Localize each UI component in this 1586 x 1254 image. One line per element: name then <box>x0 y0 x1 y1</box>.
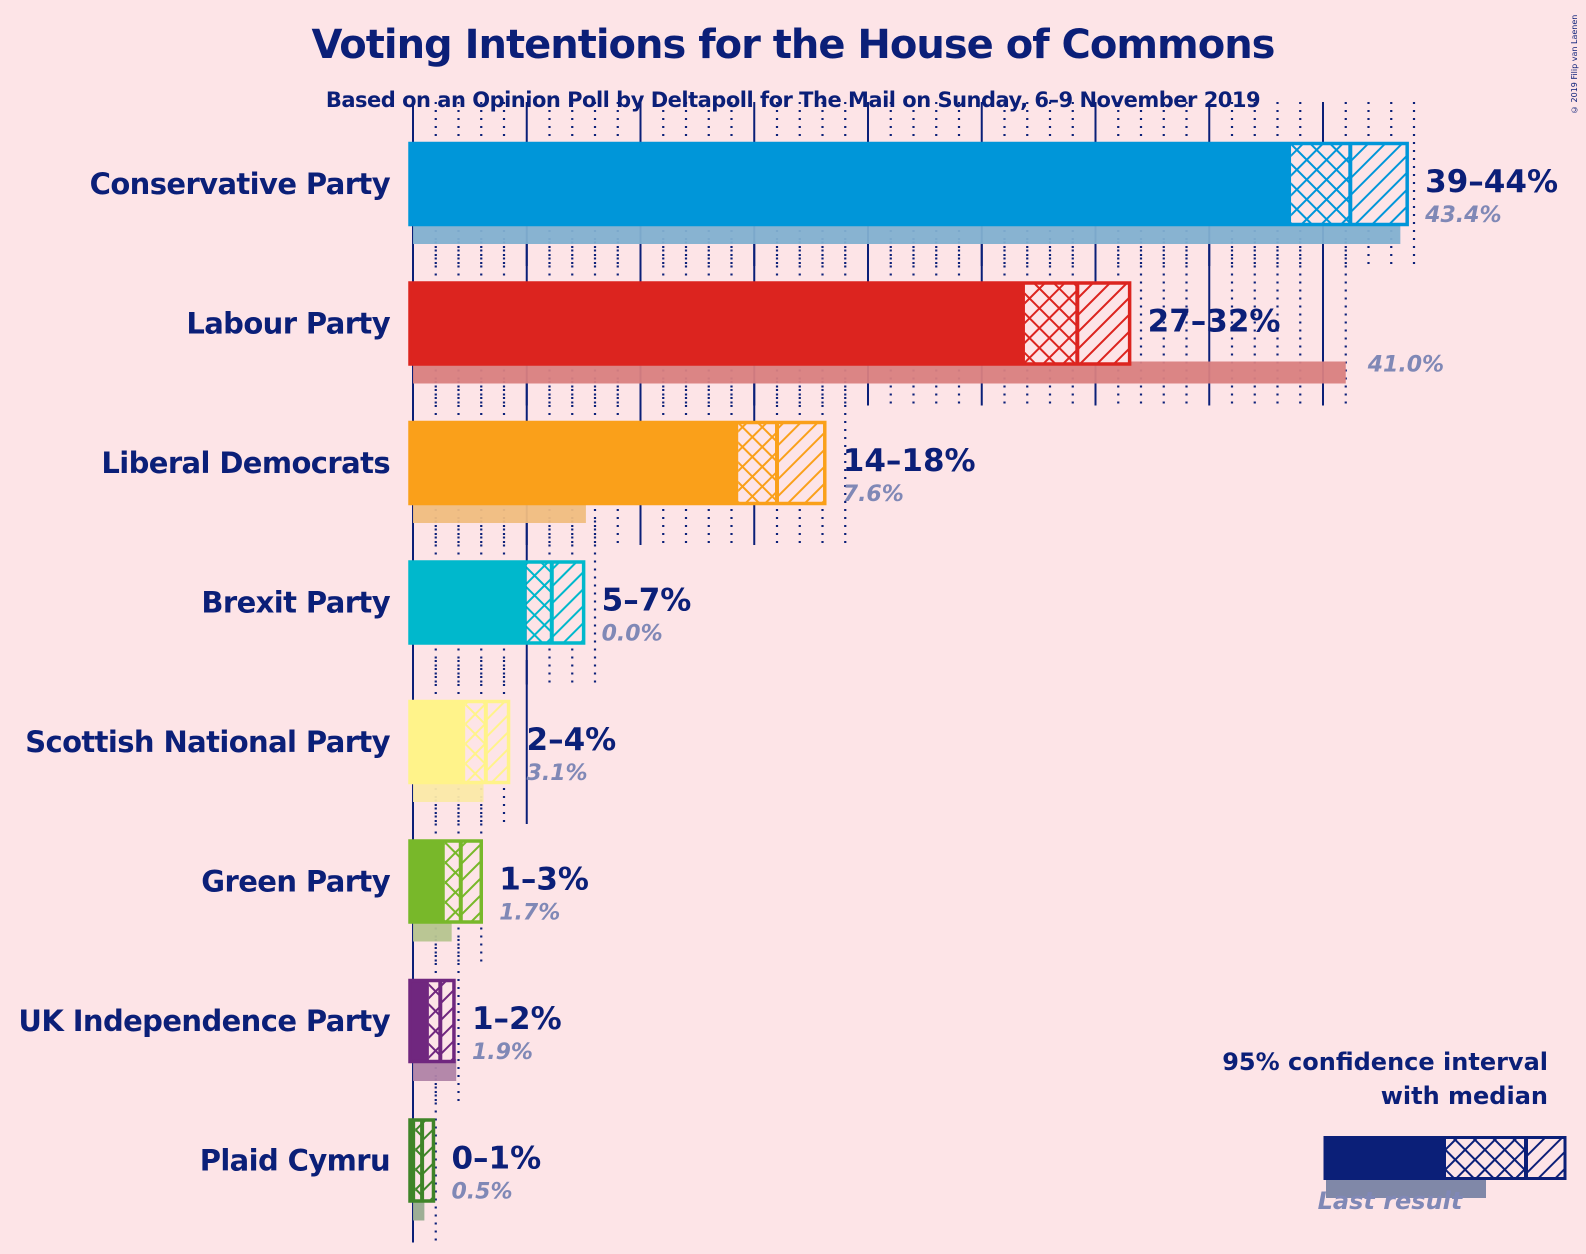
legend-title: 95% confidence interval with median <box>1222 1045 1548 1113</box>
range-label: 2–4% <box>527 722 617 758</box>
ci-lower-half <box>1024 284 1078 363</box>
party-label: Conservative Party <box>90 167 391 201</box>
ci-solid-bar <box>410 142 1292 226</box>
ci-lower-half <box>526 563 552 642</box>
last-result-label: 1.7% <box>499 901 560 926</box>
ci-lower-half <box>444 842 461 921</box>
ci-upper-half <box>485 703 509 781</box>
party-label: Labour Party <box>186 307 390 341</box>
legend-cross-swatch <box>1446 1139 1526 1177</box>
party-label: UK Independence Party <box>18 1004 390 1038</box>
range-label: 39–44% <box>1425 164 1558 200</box>
range-label: 1–3% <box>499 862 589 898</box>
party-label: Liberal Democrats <box>101 446 390 480</box>
last-result-label: 0.0% <box>602 622 663 647</box>
legend-hatch-swatch <box>1526 1139 1564 1177</box>
ci-upper-half <box>440 982 454 1060</box>
party-label: Green Party <box>201 865 390 899</box>
ci-solid-bar <box>410 560 527 645</box>
ci-lower-half <box>1291 145 1351 223</box>
ci-solid-bar <box>410 839 445 924</box>
ci-solid-bar <box>410 979 429 1063</box>
last-result-label: 7.6% <box>843 482 904 507</box>
ci-solid-bar <box>410 281 1025 366</box>
last-result-label: 0.5% <box>451 1180 512 1205</box>
last-result-label: 41.0% <box>1367 353 1444 378</box>
last-result-label: 3.1% <box>527 761 588 786</box>
range-label: 0–1% <box>451 1141 541 1177</box>
range-label: 14–18% <box>843 443 976 479</box>
ci-upper-half <box>1350 145 1408 223</box>
ci-upper-half <box>777 424 825 502</box>
range-label: 5–7% <box>602 583 692 619</box>
ci-upper-half <box>551 563 584 642</box>
last-result-label: 43.4% <box>1424 203 1501 228</box>
party-label: Scottish National Party <box>25 725 390 759</box>
range-label: 1–2% <box>472 1001 562 1037</box>
ci-solid-bar <box>410 421 739 505</box>
ci-solid-bar <box>410 700 466 784</box>
ci-upper-half <box>460 842 482 921</box>
legend-title-line2: with median <box>1380 1082 1548 1110</box>
legend-last-result-label: Last result <box>1317 1187 1463 1215</box>
party-label: Plaid Cymru <box>200 1144 390 1178</box>
party-label: Brexit Party <box>201 586 390 620</box>
ci-lower-half <box>738 424 777 502</box>
legend-solid-swatch <box>1324 1136 1446 1180</box>
range-label: 27–32% <box>1148 304 1281 340</box>
ci-upper-half <box>1077 284 1130 363</box>
legend-title-line1: 95% confidence interval <box>1222 1048 1548 1076</box>
last-result-label: 1.9% <box>472 1040 533 1065</box>
ci-lower-half <box>465 703 486 781</box>
